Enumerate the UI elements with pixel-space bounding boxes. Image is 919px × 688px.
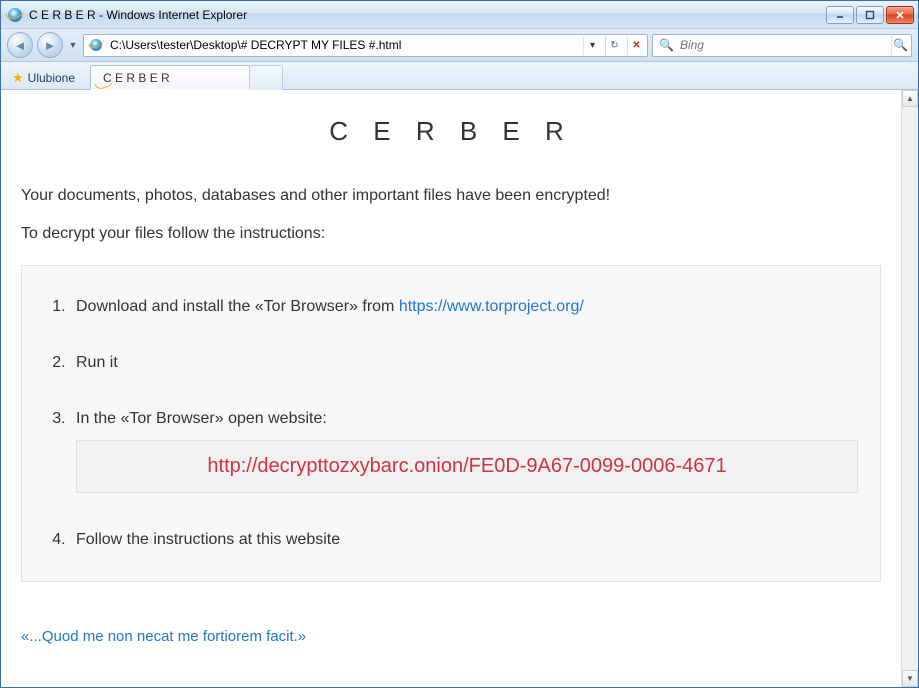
step-2: Run it xyxy=(70,350,858,406)
footer-quote: «...Quod me non necat me fortiorem facit… xyxy=(21,628,881,645)
onion-url: http://decrypttozxybarc.onion/FE0D-9A67-… xyxy=(76,440,858,493)
address-bar[interactable]: ▾ ↻ ✕ xyxy=(83,34,648,57)
search-icon: 🔍 xyxy=(659,38,674,52)
favorites-label: Ulubione xyxy=(28,71,75,85)
favorites-button[interactable]: ★ Ulubione xyxy=(5,65,86,89)
forward-button[interactable]: ► xyxy=(37,32,63,58)
window-title: C E R B E R - Windows Internet Explorer xyxy=(29,8,826,22)
tab-active[interactable]: C E R B E R xyxy=(90,65,250,90)
new-tab-button[interactable] xyxy=(249,65,283,90)
close-button[interactable] xyxy=(886,6,914,24)
vertical-scrollbar[interactable]: ▲ ▼ xyxy=(901,90,918,687)
step-1: Download and install the «Tor Browser» f… xyxy=(70,294,858,350)
window-controls xyxy=(826,6,914,24)
scroll-up-button[interactable]: ▲ xyxy=(902,90,918,107)
stop-button[interactable]: ✕ xyxy=(627,36,645,55)
back-button[interactable]: ◄ xyxy=(7,32,33,58)
page-body: C E R B E R Your documents, photos, data… xyxy=(1,90,901,687)
instructions-box: Download and install the «Tor Browser» f… xyxy=(21,265,881,582)
scroll-down-button[interactable]: ▼ xyxy=(902,670,918,687)
navigation-toolbar: ◄ ► ▼ ▾ ↻ ✕ 🔍 🔍 xyxy=(1,29,918,62)
maximize-button[interactable] xyxy=(856,6,884,24)
search-go-button[interactable]: 🔍 xyxy=(891,36,909,55)
instructions-list: Download and install the «Tor Browser» f… xyxy=(44,294,858,553)
refresh-button[interactable]: ↻ xyxy=(605,36,623,55)
minimize-button[interactable] xyxy=(826,6,854,24)
address-dropdown-icon[interactable]: ▾ xyxy=(583,36,601,55)
history-chevron-icon[interactable]: ▼ xyxy=(67,40,79,50)
title-bar: C E R B E R - Windows Internet Explorer xyxy=(1,1,918,29)
intro-2: To decrypt your files follow the instruc… xyxy=(21,225,881,243)
tab-strip: ★ Ulubione C E R B E R xyxy=(1,62,918,90)
star-icon: ★ xyxy=(12,70,24,86)
tab-title: C E R B E R xyxy=(103,71,170,85)
content-viewport: C E R B E R Your documents, photos, data… xyxy=(1,90,918,687)
scroll-track[interactable] xyxy=(902,107,918,670)
tor-link[interactable]: https://www.torproject.org/ xyxy=(399,298,584,315)
ie-logo-icon xyxy=(7,7,23,23)
browser-window: C E R B E R - Windows Internet Explorer … xyxy=(0,0,919,688)
step-4: Follow the instructions at this website xyxy=(70,527,858,553)
address-input[interactable] xyxy=(108,36,579,55)
search-box[interactable]: 🔍 🔍 xyxy=(652,34,912,57)
intro-1: Your documents, photos, databases and ot… xyxy=(21,187,881,205)
step-3: In the «Tor Browser» open website: http:… xyxy=(70,406,858,527)
page-icon xyxy=(88,37,104,53)
page-title: C E R B E R xyxy=(21,116,881,147)
search-input[interactable] xyxy=(678,37,887,53)
